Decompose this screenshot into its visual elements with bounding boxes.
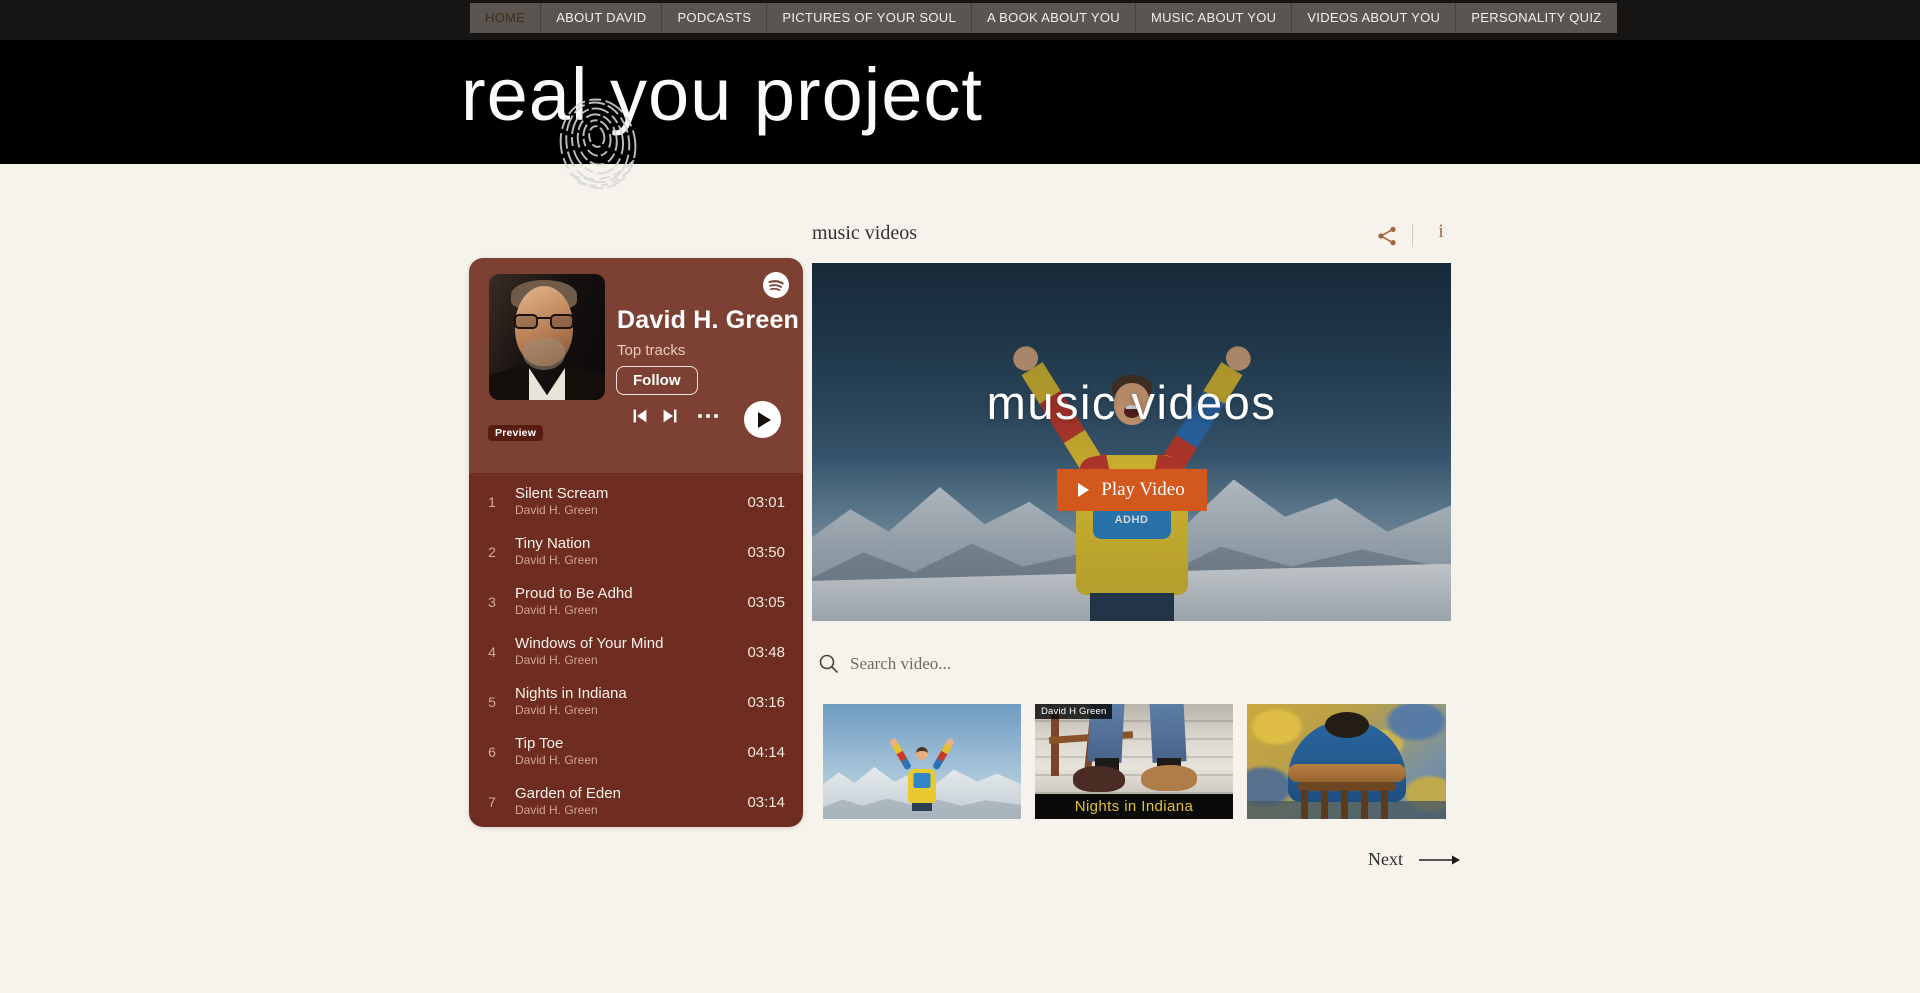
follow-button[interactable]: Follow [616, 366, 698, 395]
track-duration: 03:16 [747, 694, 785, 711]
nav-item-a-book-about-you[interactable]: A BOOK ABOUT YOU [972, 3, 1136, 33]
thumbnail-artist-label: David H Green [1035, 704, 1112, 719]
track-row[interactable]: 6 Tip Toe David H. Green 04:14 [469, 727, 803, 777]
nav-item-videos-about-you[interactable]: VIDEOS ABOUT YOU [1292, 3, 1456, 33]
share-icon[interactable] [1374, 224, 1400, 248]
nav-item-music-about-you[interactable]: MUSIC ABOUT YOU [1136, 3, 1292, 33]
icon-divider [1412, 224, 1413, 247]
main-nav: HOME ABOUT DAVID PODCASTS PICTURES OF YO… [470, 3, 1617, 33]
track-title: Silent Scream [515, 485, 747, 503]
next-button[interactable]: Next [1368, 849, 1461, 870]
track-artist: David H. Green [515, 603, 747, 619]
track-row[interactable]: 3 Proud to Be Adhd David H. Green 03:05 [469, 577, 803, 627]
play-icon[interactable] [744, 401, 781, 438]
nav-item-pictures-of-your-soul[interactable]: PICTURES OF YOUR SOUL [767, 3, 972, 33]
track-duration: 03:01 [747, 494, 785, 511]
previous-track-icon[interactable] [629, 405, 651, 427]
artist-photo-glasses [514, 314, 574, 332]
artist-subtitle: Top tracks [617, 342, 685, 359]
track-title: Nights in Indiana [515, 685, 747, 703]
track-row[interactable]: 7 Garden of Eden David H. Green 03:14 [469, 777, 803, 827]
thumbnail-title-bar: Nights in Indiana [1035, 794, 1233, 819]
track-title: Proud to Be Adhd [515, 585, 747, 603]
track-artist: David H. Green [515, 553, 747, 569]
track-row[interactable]: 1 Silent Scream David H. Green 03:01 [469, 477, 803, 527]
hero-dark-overlay [812, 263, 1451, 621]
fingerprint-icon [541, 78, 654, 197]
info-icon[interactable]: i [1430, 221, 1452, 245]
preview-badge: Preview [488, 425, 543, 441]
site-logo[interactable]: real you project [461, 54, 983, 135]
track-row[interactable]: 5 Nights in Indiana David H. Green 03:16 [469, 677, 803, 727]
track-artist: David H. Green [515, 653, 747, 669]
track-title: Garden of Eden [515, 785, 747, 803]
play-video-button[interactable]: Play Video [1057, 469, 1207, 511]
track-title: Tip Toe [515, 735, 747, 753]
video-thumbnail-nights-in-indiana[interactable]: David H Green Nights in Indiana [1035, 704, 1233, 819]
hero-overlay-title: music videos [812, 375, 1451, 430]
spotify-embed: David H. Green Top tracks Follow Preview… [469, 258, 803, 827]
track-duration: 03:48 [747, 644, 785, 661]
track-artist: David H. Green [515, 703, 747, 719]
track-artist: David H. Green [515, 503, 747, 519]
nav-item-podcasts[interactable]: PODCASTS [662, 3, 767, 33]
site-header: real you project [0, 40, 1920, 164]
spotify-embed-header: David H. Green Top tracks Follow Preview [469, 258, 803, 473]
spotify-icon[interactable] [763, 272, 789, 298]
artist-name[interactable]: David H. Green [617, 306, 799, 335]
search-input[interactable] [850, 650, 1410, 678]
long-right-arrow-icon [1419, 854, 1461, 866]
track-title: Windows of Your Mind [515, 635, 747, 653]
track-duration: 03:50 [747, 544, 785, 561]
nav-item-about-david[interactable]: ABOUT DAVID [541, 3, 662, 33]
next-track-icon[interactable] [659, 405, 681, 427]
nav-item-personality-quiz[interactable]: PERSONALITY QUIZ [1456, 3, 1616, 33]
video-player[interactable]: PROUD TO BE ADHD music videos Play Video [812, 263, 1451, 621]
section-title: music videos [812, 222, 917, 245]
play-triangle-icon [1078, 483, 1089, 497]
artist-photo [489, 274, 605, 400]
track-list: 1 Silent Scream David H. Green 03:01 2 T… [469, 473, 803, 827]
video-thumbnail-man-on-chair-painting[interactable] [1247, 704, 1446, 819]
track-row[interactable]: 2 Tiny Nation David H. Green 03:50 [469, 527, 803, 577]
track-duration: 03:05 [747, 594, 785, 611]
track-artist: David H. Green [515, 753, 747, 769]
video-thumbnail-proud-to-be-adhd[interactable] [823, 704, 1021, 819]
search-icon [817, 652, 841, 676]
track-duration: 03:14 [747, 794, 785, 811]
top-nav-bar: HOME ABOUT DAVID PODCASTS PICTURES OF YO… [0, 0, 1920, 40]
track-artist: David H. Green [515, 803, 747, 819]
nav-item-home[interactable]: HOME [470, 3, 541, 33]
track-title: Tiny Nation [515, 535, 747, 553]
track-duration: 04:14 [747, 744, 785, 761]
more-options-icon[interactable] [693, 405, 723, 427]
track-row[interactable]: 4 Windows of Your Mind David H. Green 03… [469, 627, 803, 677]
